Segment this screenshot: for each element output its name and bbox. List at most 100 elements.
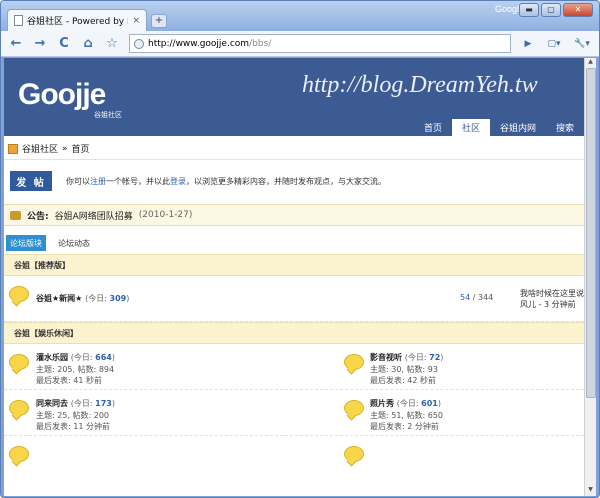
forum-last-post-time: 最后发表: 41 秒前 [36,376,102,385]
board-tabs: 论坛版块 论坛动态 [4,231,584,251]
forum-meta: 主题: 51, 帖数: 650 最后发表: 2 分钟前 [370,410,443,432]
home-button[interactable]: ⌂ [77,34,99,54]
forum-name[interactable]: 灌水乐园 (今日: 664) [36,352,115,363]
today-value: 601 [421,399,438,408]
today-label: (今日: [70,399,96,408]
forum-row: 同来同去 (今日: 173) 主题: 25, 帖数: 200 最后发表: 11 分… [4,390,584,436]
forum-bubble-icon [9,286,29,302]
forum-stats: 主题: 51, 帖数: 650 [370,411,444,420]
forum-bubble-icon [344,400,364,416]
title-bar: 谷姐社区 - Powered by Dis... × + Google ▬ ▢ … [1,1,599,31]
forum-last-post-time: 最后发表: 42 秒前 [370,376,436,385]
forum-row: 谷姐★新闻★ (今日: 309) 54 / 344 我啥时候在这里说 风儿 - 3… [4,276,584,322]
browser-window: 谷姐社区 - Powered by Dis... × + Google ▬ ▢ … [0,0,600,498]
maximize-button[interactable]: ▢ [541,3,561,17]
last-post-author: 风儿 - 3 分钟前 [520,300,576,309]
today-count: (今日: 72) [405,353,444,362]
today-close: ) [440,353,444,362]
scroll-up-icon[interactable]: ▲ [585,58,596,68]
main-nav: 首页 社区 谷姐内网 搜索 [414,119,584,136]
scroll-down-icon[interactable]: ▼ [585,486,596,496]
browser-tab[interactable]: 谷姐社区 - Powered by Dis... × [7,9,147,31]
globe-icon [134,38,144,49]
forum-title[interactable]: 影音视听 [370,353,402,362]
intro-text: 你可以注册一个帐号，并以此登录，以浏览更多精彩内容，并随时发布观点，与大家交流。 [66,176,386,187]
forum-bubble-icon [9,354,29,370]
today-label: (今日: [396,399,422,408]
forum-meta: 主题: 205, 帖数: 894 最后发表: 41 秒前 [36,364,114,386]
forum-row: 灌水乐园 (今日: 664) 主题: 205, 帖数: 894 最后发表: 41 … [4,344,584,390]
tab-forum-boards[interactable]: 论坛版块 [6,235,46,251]
nav-community[interactable]: 社区 [451,119,490,136]
url-host: http://www.goojje.com [148,38,250,49]
browser-toolbar: ← → C ⌂ ☆ http://www.goojje.com/bbs/ ▶ ▢… [1,31,599,57]
forum-stats: 主题: 25, 帖数: 200 [36,411,110,420]
close-window-button[interactable]: ✕ [563,3,593,17]
forum-title[interactable]: 谷姐★新闻★ [36,294,82,303]
web-page: Goojje 谷姐社区 http://blog.DreamYeh.tw 首页 社… [4,58,584,462]
today-label: (今日: [404,353,430,362]
bookmark-star-icon[interactable]: ☆ [101,34,123,54]
go-button[interactable]: ▶ [517,34,539,54]
new-post-button[interactable]: 发 帖 [10,171,52,191]
scroll-thumb[interactable] [586,68,596,398]
nav-home[interactable]: 首页 [414,119,452,136]
today-label: (今日: [85,294,110,303]
intro-mid: 一个帐号，并以此 [106,176,170,186]
forum-title[interactable]: 灌水乐园 [36,353,68,362]
forum-name[interactable]: 照片秀 (今日: 601) [370,398,441,409]
watermark-url: http://blog.DreamYeh.tw [302,72,538,98]
forum-row-partial [4,436,584,462]
reload-button[interactable]: C [53,34,75,54]
tab-title: 谷姐社区 - Powered by Dis... [27,17,128,27]
section-header-recommended[interactable]: 谷姐【推荐版】 [4,254,584,276]
tab-forum-activity[interactable]: 论坛动态 [54,235,94,251]
register-link[interactable]: 注册 [90,177,106,186]
address-bar[interactable]: http://www.goojje.com/bbs/ [129,34,511,53]
today-count: (今日: 664) [71,353,115,362]
site-logo[interactable]: Goojje [18,78,106,112]
login-link[interactable]: 登录 [170,177,186,186]
today-value: 173 [95,399,112,408]
forward-button[interactable]: → [29,34,51,54]
page-viewport: Goojje 谷姐社区 http://blog.DreamYeh.tw 首页 社… [4,58,596,496]
breadcrumb-separator: » [62,143,68,154]
speaker-icon [10,210,21,220]
page-menu-button[interactable]: ▢▾ [541,34,567,54]
section-header-entertainment[interactable]: 谷姐【娱乐休闲】 [4,322,584,344]
breadcrumb-root[interactable]: 谷姐社区 [22,142,58,155]
announcement-link[interactable]: 谷姐A网络团队招募 [55,209,133,222]
forum-bubble-icon [9,400,29,416]
back-button[interactable]: ← [5,34,27,54]
last-post: 我啥时候在这里说 风儿 - 3 分钟前 [520,288,584,310]
today-close: ) [126,294,130,303]
count-separator: / [470,293,478,302]
today-close: ) [437,399,441,408]
nav-intranet[interactable]: 谷姐内网 [490,119,546,136]
forum-name[interactable]: 谷姐★新闻★ (今日: 309) [36,293,129,304]
forum-title[interactable]: 同来同去 [36,399,68,408]
site-header: Goojje 谷姐社区 http://blog.DreamYeh.tw 首页 社… [4,58,584,136]
forum-name[interactable]: 同来同去 (今日: 173) [36,398,115,409]
last-post-title[interactable]: 我啥时候在这里说 [520,288,584,299]
today-count: (今日: 309) [85,294,129,303]
breadcrumb-current: 首页 [71,145,90,155]
new-tab-button[interactable]: + [151,14,167,28]
topic-count: 54 [460,293,471,302]
forum-last-post-time: 最后发表: 11 分钟前 [36,422,110,431]
today-value: 664 [95,353,112,362]
announcement-date: (2010-1-27) [138,210,193,220]
url-text: http://www.goojje.com/bbs/ [148,39,271,49]
today-value: 309 [109,294,127,303]
today-close: ) [111,353,115,362]
vertical-scrollbar[interactable]: ▲ ▼ [584,58,596,496]
wrench-menu-button[interactable]: 🔧▾ [569,34,595,54]
close-tab-icon[interactable]: × [132,16,140,26]
today-count: (今日: 601) [397,399,441,408]
intro-row: 发 帖 你可以注册一个帐号，并以此登录，以浏览更多精彩内容，并随时发布观点，与大… [4,160,584,202]
forum-stats: 主题: 30, 帖数: 93 [370,365,438,374]
forum-title[interactable]: 照片秀 [370,399,394,408]
minimize-button[interactable]: ▬ [519,3,539,17]
nav-search[interactable]: 搜索 [546,119,584,136]
forum-name[interactable]: 影音视听 (今日: 72) [370,352,443,363]
